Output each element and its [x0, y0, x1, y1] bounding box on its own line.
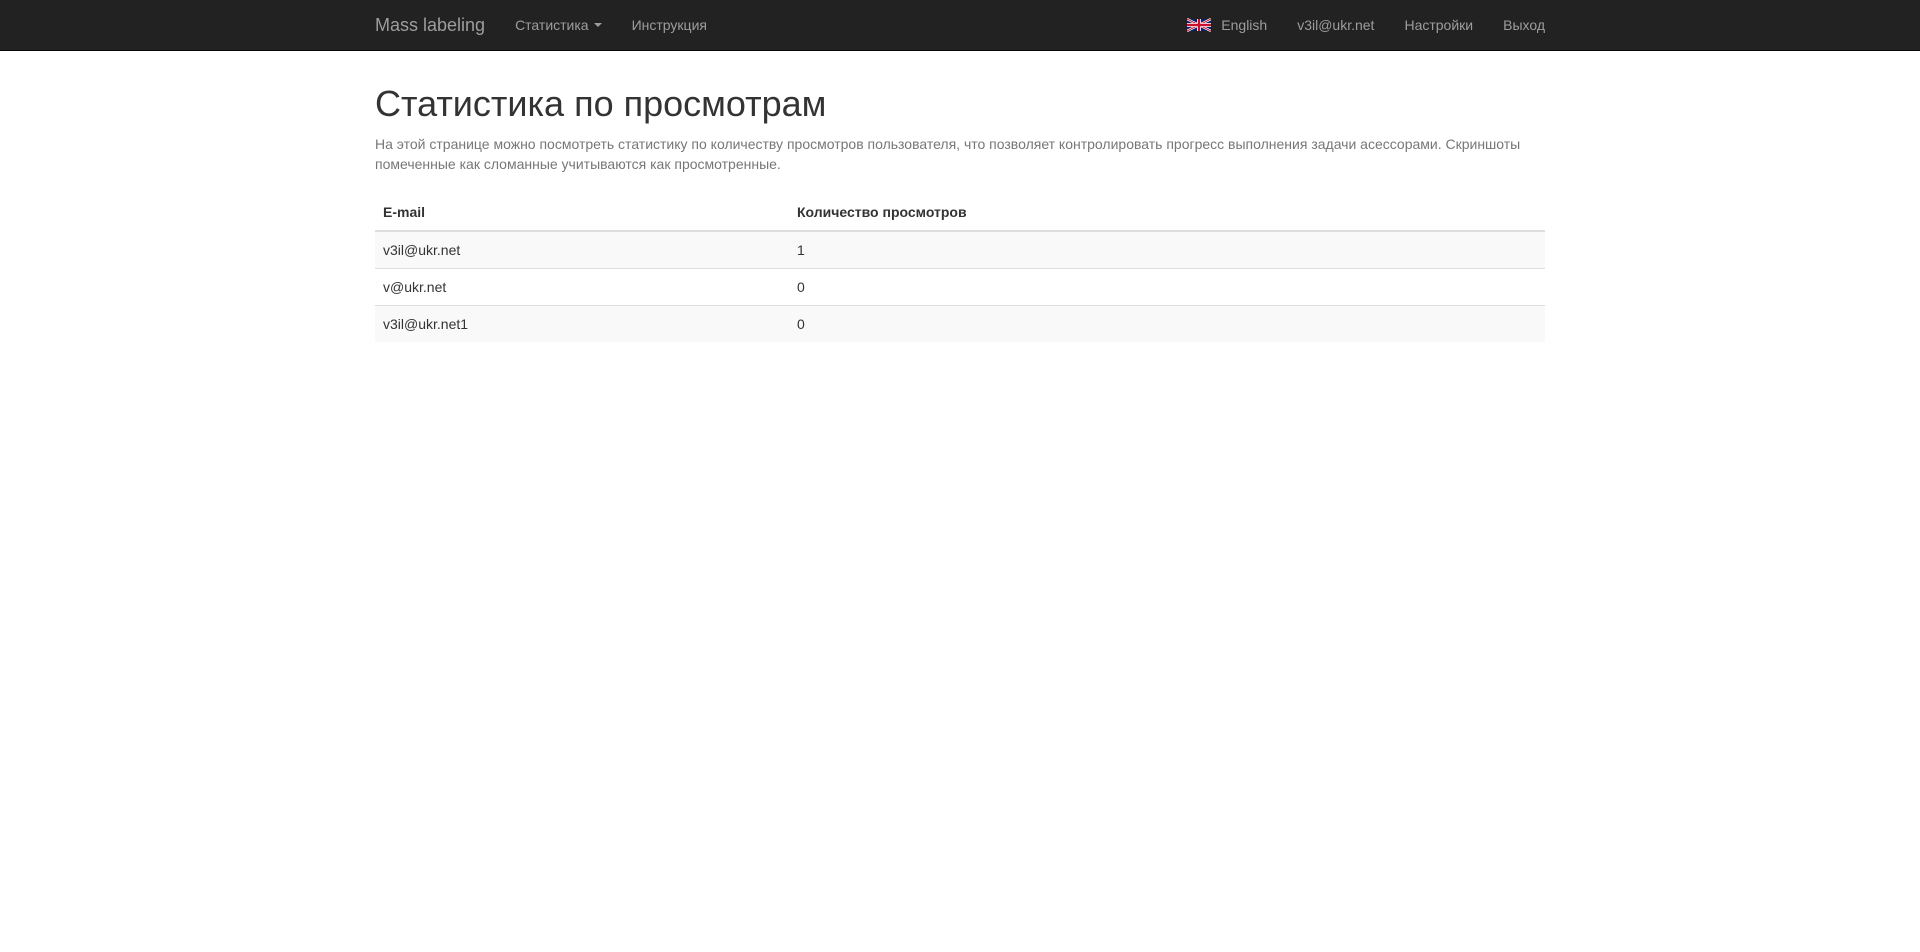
nav-left-menu: Статистика Инструкция: [500, 0, 722, 50]
nav-language-link[interactable]: English: [1172, 0, 1282, 50]
nav-language-label: English: [1221, 17, 1268, 33]
cell-views-count: 0: [789, 267, 1545, 306]
cell-email: v3il@ukr.net1: [375, 304, 789, 342]
main-content: Статистика по просмотрам На этой страниц…: [360, 51, 1560, 342]
cell-views-count: 1: [789, 230, 1545, 269]
top-navbar: Mass labeling Статистика Инструкция Engl…: [0, 0, 1920, 51]
nav-user-email-link[interactable]: v3il@ukr.net: [1282, 0, 1389, 50]
page-description: На этой странице можно посмотреть статис…: [375, 135, 1521, 172]
page-title: Статистика по просмотрам: [375, 83, 827, 124]
cell-views-count: 0: [789, 304, 1545, 342]
nav-settings-link[interactable]: Настройки: [1389, 0, 1488, 50]
header-email: E-mail: [375, 193, 789, 232]
table-row: v3il@ukr.net1 0: [375, 304, 1545, 342]
table-row: v@ukr.net 0: [375, 267, 1545, 306]
nav-statistics-label: Статистика: [515, 17, 589, 33]
views-statistics-table: E-mail Количество просмотров v3il@ukr.ne…: [375, 193, 1545, 342]
uk-flag-icon: [1187, 18, 1212, 32]
nav-logout-link[interactable]: Выход: [1488, 0, 1545, 50]
table-header-row: E-mail Количество просмотров: [375, 193, 1545, 232]
cell-email: v3il@ukr.net: [375, 230, 789, 269]
caret-down-icon: [593, 23, 602, 27]
cell-email: v@ukr.net: [375, 267, 789, 306]
nav-instructions-link[interactable]: Инструкция: [617, 0, 722, 50]
nav-statistics-dropdown[interactable]: Статистика: [500, 0, 617, 50]
brand-link[interactable]: Mass labeling: [375, 0, 485, 50]
nav-right-menu: English v3il@ukr.net Настройки Выход: [1172, 0, 1545, 50]
navbar-container: Mass labeling Статистика Инструкция Engl…: [360, 0, 1560, 50]
table-row: v3il@ukr.net 1: [375, 230, 1545, 269]
header-views-count: Количество просмотров: [789, 193, 1545, 232]
